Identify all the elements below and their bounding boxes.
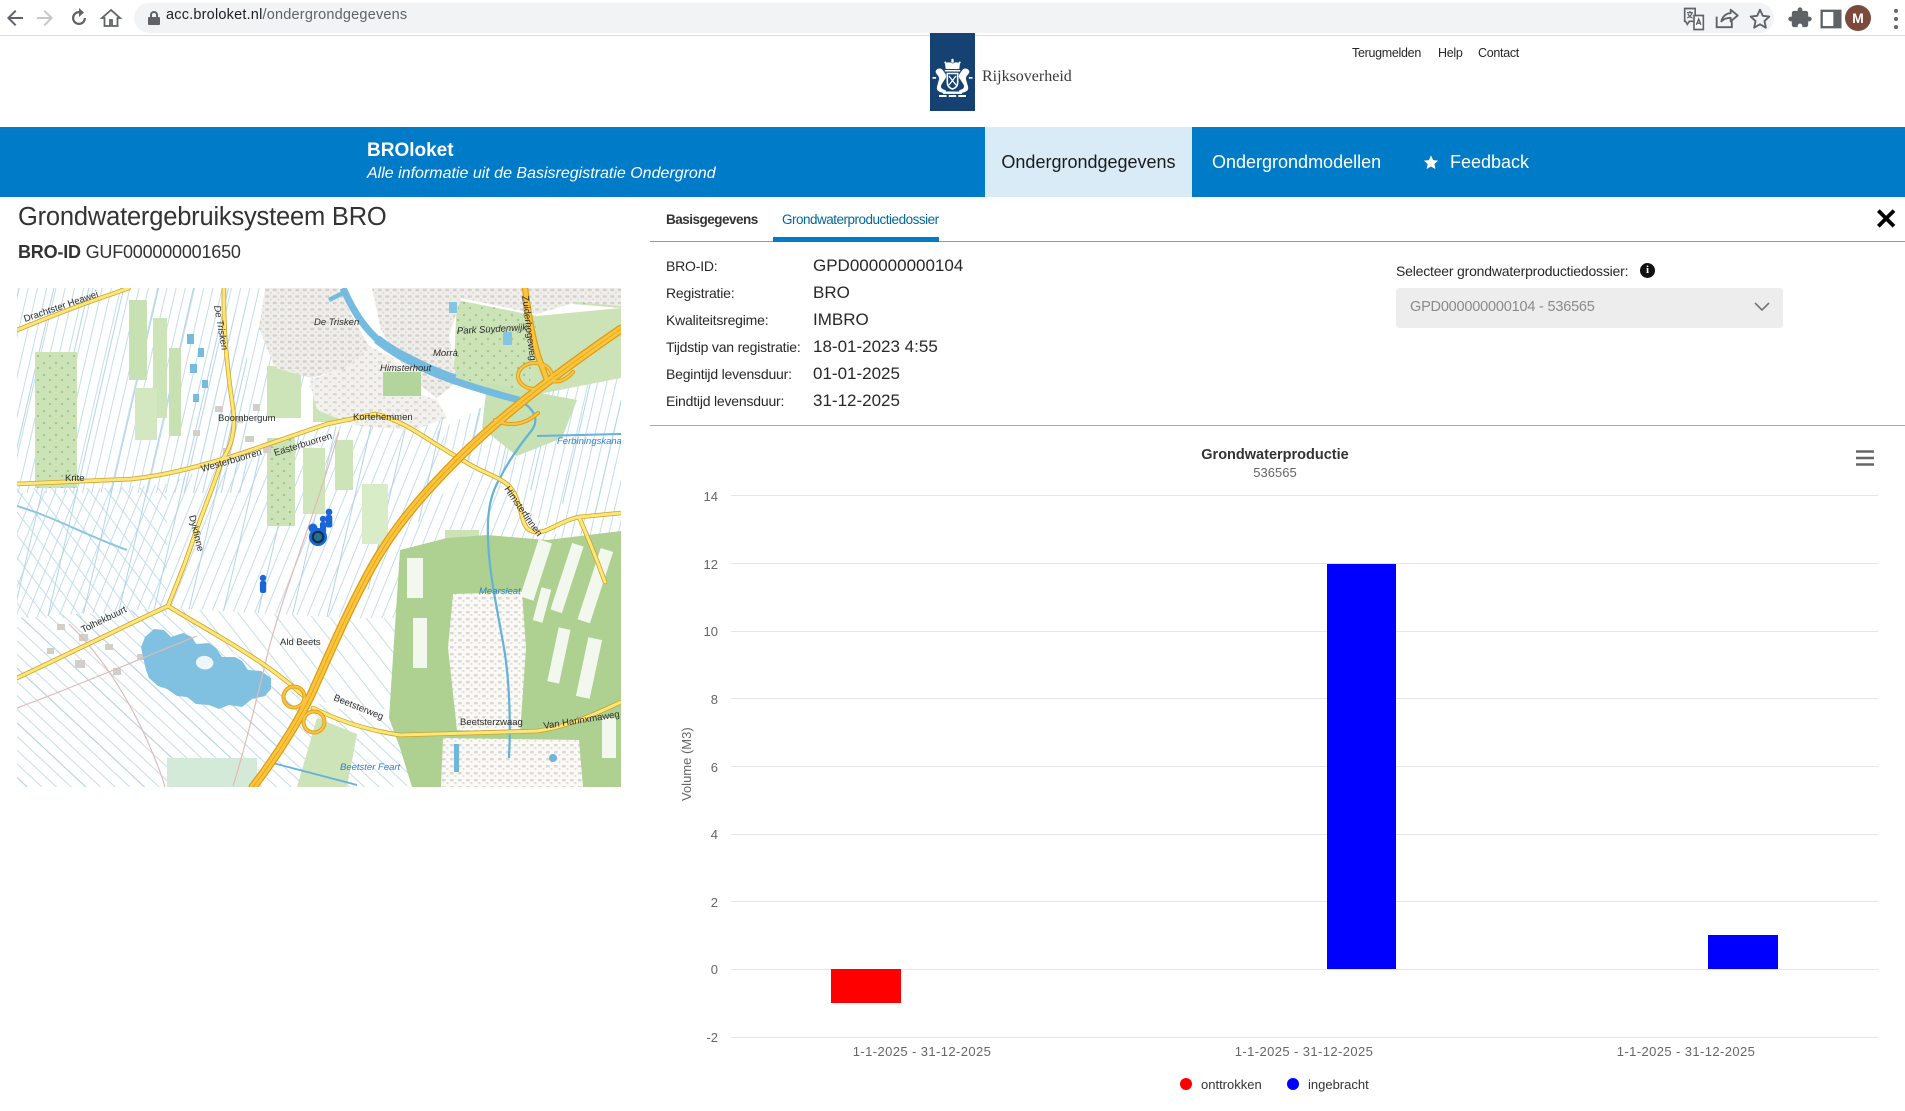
svg-text:De Trisken: De Trisken xyxy=(314,317,359,328)
svg-text:Ferbiningskanaal: Ferbiningskanaal xyxy=(557,436,621,447)
svg-text:Morrà: Morrà xyxy=(433,348,458,359)
svg-text:Krite: Krite xyxy=(65,473,85,484)
svg-text:Ald Beets: Ald Beets xyxy=(280,637,321,648)
svg-text:Beetsterzwaag: Beetsterzwaag xyxy=(460,717,523,728)
svg-text:Himsterhout: Himsterhout xyxy=(380,363,432,374)
svg-text:Beetster Feart: Beetster Feart xyxy=(340,762,401,773)
svg-text:Mearsleat: Mearsleat xyxy=(479,586,521,597)
svg-text:Boornbergum: Boornbergum xyxy=(218,413,276,424)
svg-text:Kortehemmen: Kortehemmen xyxy=(353,412,413,423)
